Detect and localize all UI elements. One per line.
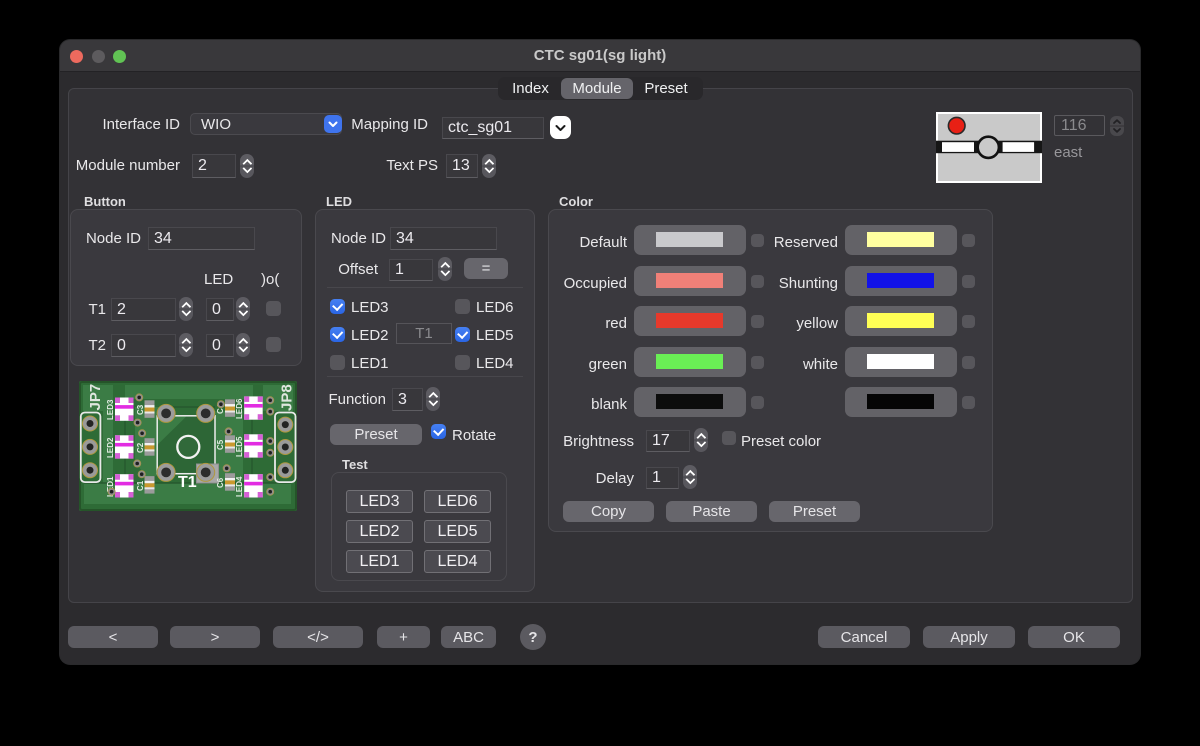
svg-text:C1: C1 [136,480,145,491]
svg-text:C5: C5 [216,439,225,450]
svg-text:LED6: LED6 [235,398,244,419]
svg-text:LED2: LED2 [106,437,115,458]
svg-text:LED5: LED5 [235,436,244,457]
svg-text:T1: T1 [178,474,197,491]
svg-text:JP7: JP7 [87,384,104,411]
svg-text:C2: C2 [136,442,145,453]
svg-text:LED4: LED4 [235,476,244,497]
svg-text:C3: C3 [136,404,145,415]
svg-text:C6: C6 [216,477,225,488]
svg-text:LED3: LED3 [106,399,115,420]
